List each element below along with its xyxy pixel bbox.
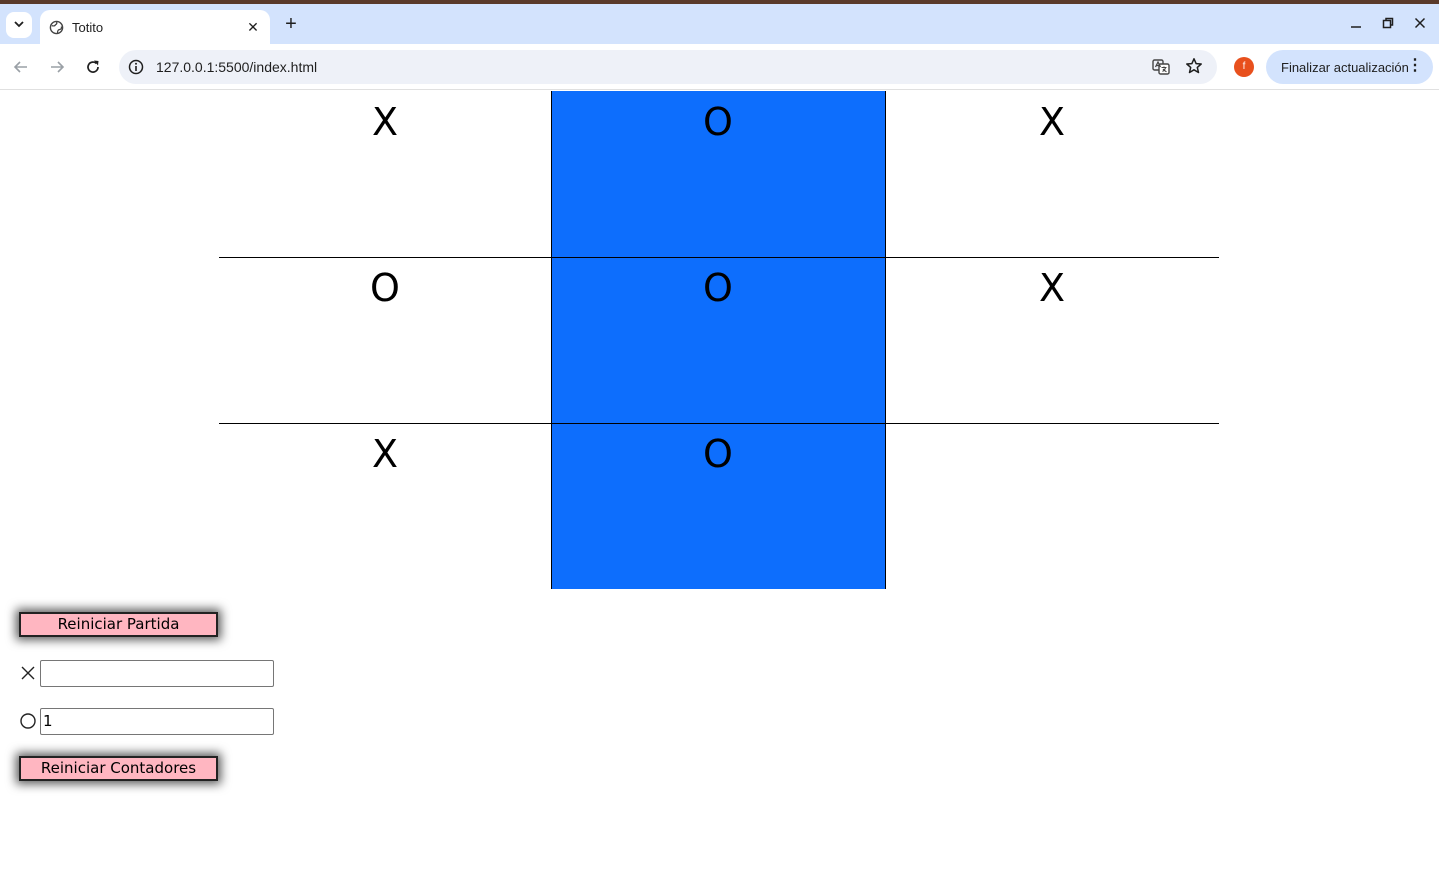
board-cell-2-1[interactable]: O xyxy=(219,257,551,423)
more-vertical-icon[interactable]: ⋮ xyxy=(1407,58,1423,74)
board-cell-3-3[interactable] xyxy=(885,423,1219,589)
tab-bar: Totito ✕ + xyxy=(0,4,1439,44)
tab-close-icon[interactable]: ✕ xyxy=(244,18,262,36)
x-player-icon xyxy=(18,663,38,683)
profile-avatar[interactable]: f xyxy=(1234,57,1254,77)
forward-arrow-icon[interactable] xyxy=(45,55,69,79)
restore-icon[interactable] xyxy=(1376,14,1400,34)
board-cell-2-2[interactable]: O xyxy=(551,257,885,423)
board-cell-3-2[interactable]: O xyxy=(551,423,885,589)
board-cell-1-2[interactable]: O xyxy=(551,91,885,257)
board-row-divider xyxy=(219,257,1219,258)
translate-icon[interactable] xyxy=(1152,58,1170,76)
back-arrow-icon[interactable] xyxy=(9,55,33,79)
tab-totito[interactable]: Totito ✕ xyxy=(40,10,270,44)
address-bar[interactable]: 127.0.0.1:5500/index.html xyxy=(119,50,1217,84)
window-close-icon[interactable] xyxy=(1408,14,1432,34)
board-cell-2-3[interactable]: X xyxy=(885,257,1219,423)
update-button-label: Finalizar actualización xyxy=(1281,59,1409,75)
x-score-row xyxy=(18,659,274,687)
board-column-divider xyxy=(551,91,552,589)
new-tab-button[interactable]: + xyxy=(280,13,302,35)
o-player-icon xyxy=(18,711,38,731)
globe-icon xyxy=(48,19,64,35)
reload-icon[interactable] xyxy=(81,55,105,79)
update-button[interactable]: Finalizar actualización ⋮ xyxy=(1266,50,1433,84)
board-column-divider xyxy=(885,91,886,589)
url-text[interactable]: 127.0.0.1:5500/index.html xyxy=(156,59,317,75)
o-score-row xyxy=(18,707,274,735)
tab-title: Totito xyxy=(72,19,104,35)
chevron-down-icon xyxy=(14,19,24,31)
bookmark-star-icon[interactable] xyxy=(1185,57,1203,75)
board-cell-1-3[interactable]: X xyxy=(885,91,1219,257)
reset-game-button[interactable]: Reiniciar Partida xyxy=(19,612,218,637)
tic-tac-toe-board: XOXOOXXO xyxy=(219,91,1219,589)
reset-counters-button[interactable]: Reiniciar Contadores xyxy=(19,756,218,781)
x-score-input[interactable] xyxy=(40,659,274,687)
o-score-input[interactable] xyxy=(40,707,274,735)
board-row-divider xyxy=(219,423,1219,424)
site-info-icon[interactable] xyxy=(128,59,144,75)
board-cell-1-1[interactable]: X xyxy=(219,91,551,257)
browser-toolbar: 127.0.0.1:5500/index.html f Finalizar ac… xyxy=(0,44,1439,90)
minimize-icon[interactable] xyxy=(1344,14,1368,34)
tab-search-button[interactable] xyxy=(6,12,32,38)
board-cell-3-1[interactable]: X xyxy=(219,423,551,589)
